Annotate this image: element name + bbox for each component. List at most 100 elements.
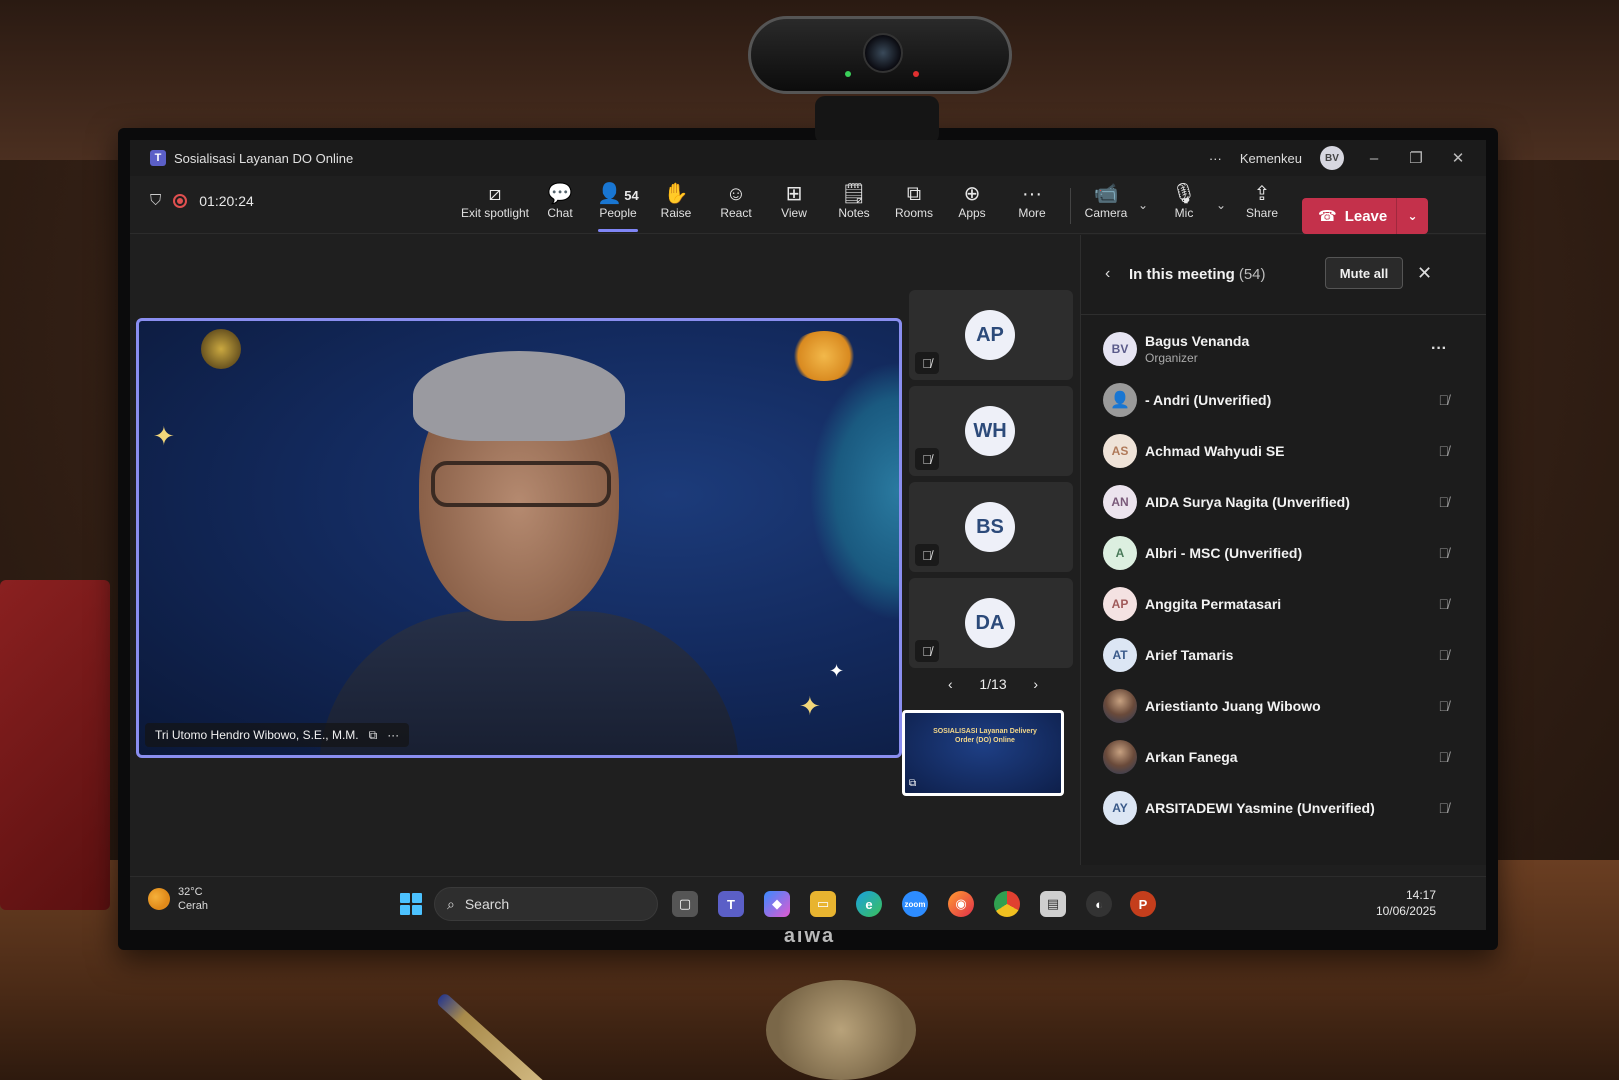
participant-tile[interactable]: BS 🎙̸ (909, 482, 1073, 572)
participant-tile[interactable]: WH 🎙̸ (909, 386, 1073, 476)
shield-icon: ⛉ (150, 192, 162, 209)
camera-button[interactable]: 📹 Camera (1074, 182, 1138, 230)
screen-share-icon: ⧉ (909, 778, 917, 789)
raise-label: Raise (660, 206, 692, 220)
search-icon: ⌕ (447, 895, 455, 912)
chevron-right-icon[interactable]: › (1033, 676, 1038, 692)
monitor-stand-base (766, 980, 916, 1080)
taskbar-search[interactable]: ⌕ Search (434, 887, 658, 921)
speaker-hair (413, 351, 625, 441)
participant-row[interactable]: AN AIDA Surya Nagita (Unverified) 🎙̸ (1081, 476, 1486, 527)
chat-button[interactable]: 💬 Chat (528, 182, 592, 230)
mute-all-button[interactable]: Mute all (1325, 257, 1403, 289)
mic-label: Mic (1174, 206, 1194, 220)
participant-row[interactable]: AS Achmad Wahyudi SE 🎙̸ (1081, 425, 1486, 476)
participant-row[interactable]: Arkan Fanega 🎙̸ (1081, 731, 1486, 782)
participant-avatar: AT (1103, 637, 1137, 672)
leave-button[interactable]: ☎ Leave ⌄ (1302, 198, 1428, 234)
copilot-icon[interactable]: ◆ (764, 891, 790, 917)
more-button[interactable]: ··· More (1000, 182, 1064, 230)
notes-button[interactable]: 🗒 Notes (822, 182, 886, 230)
capture-app-icon[interactable]: ◐ (1086, 891, 1112, 917)
back-chevron-icon[interactable]: ‹ (1105, 265, 1110, 283)
close-window-icon[interactable]: ✕ (1446, 149, 1470, 167)
chrome-icon[interactable] (994, 891, 1020, 917)
phone-hangup-icon: ☎ (1318, 208, 1337, 225)
system-clock[interactable]: 14:17 10/06/2025 (1376, 887, 1436, 919)
react-button[interactable]: ☺ React (704, 182, 768, 230)
customs-emblem-icon (201, 329, 241, 369)
minimize-icon[interactable]: – (1362, 150, 1386, 167)
participant-row[interactable]: AT Arief Tamaris 🎙̸ (1081, 629, 1486, 680)
toolbar-separator (1070, 188, 1071, 224)
file-explorer-icon[interactable]: ▭ (810, 891, 836, 917)
exit-spotlight-button[interactable]: ⧄ Exit spotlight (458, 182, 532, 230)
mic-options-chevron-icon[interactable]: ⌄ (1216, 198, 1226, 212)
tile-avatar: WH (965, 406, 1015, 456)
background-logo (151, 329, 291, 373)
more-options-icon[interactable]: ··· (1209, 151, 1222, 166)
search-placeholder: Search (464, 896, 510, 912)
windows-start-icon[interactable] (400, 893, 422, 915)
participant-name: Albri - MSC (Unverified) (1145, 544, 1303, 561)
participant-more-icon[interactable]: ··· (1431, 340, 1447, 358)
remote-desktop-icon[interactable]: ▤ (1040, 891, 1066, 917)
participant-row[interactable]: 👤 - Andri (Unverified) 🎙̸ (1081, 374, 1486, 425)
mic-muted-icon: 🎙̸ (1438, 595, 1450, 612)
participant-more-icon[interactable]: ··· (387, 728, 399, 742)
participant-row[interactable]: AY ARSITADEWI Yasmine (Unverified) 🎙̸ (1081, 782, 1486, 833)
participant-row[interactable]: AP Anggita Permatasari 🎙̸ (1081, 578, 1486, 629)
leave-options-chevron-icon[interactable]: ⌄ (1396, 198, 1428, 234)
leave-main[interactable]: ☎ Leave (1302, 198, 1396, 234)
weather-condition: Cerah (178, 900, 208, 912)
restore-icon[interactable]: ❐ (1404, 149, 1428, 167)
participant-tile[interactable]: AP 🎙̸ (909, 290, 1073, 380)
mic-muted-icon: 🎙̸ (915, 352, 939, 374)
user-avatar[interactable]: BV (1320, 146, 1344, 170)
share-button[interactable]: ⇪ Share (1230, 182, 1294, 230)
people-button[interactable]: 👤 54 People (586, 182, 650, 232)
webcam (748, 16, 1012, 94)
participant-name: ARSITADEWI Yasmine (Unverified) (1145, 799, 1375, 816)
apps-label: Apps (958, 206, 986, 220)
zoom-app-icon[interactable]: zoom (902, 891, 928, 917)
powerpoint-icon[interactable]: P (1130, 891, 1156, 917)
participant-role: Organizer (1145, 350, 1198, 365)
spotlight-video[interactable]: ✦ ✦ ✦ Tri Utomo Hendro Wibowo, S.E., M.M… (136, 318, 902, 758)
task-view-icon[interactable]: ▢ (672, 891, 698, 917)
speaker-figure (319, 351, 739, 755)
apps-button[interactable]: ⊕ Apps (940, 182, 1004, 230)
star-icon: ✦ (799, 691, 821, 721)
chevron-left-icon[interactable]: ‹ (948, 676, 953, 692)
exit-spotlight-icon: ⧄ (488, 183, 502, 205)
weather-widget[interactable]: 32°C Cerah (148, 885, 208, 913)
shared-screen-thumbnail[interactable]: SOSIALISASI Layanan Delivery Order (DO) … (902, 710, 1064, 796)
view-button[interactable]: ⊞ View (762, 182, 826, 230)
notes-icon: 🗒 (841, 183, 867, 205)
participant-row[interactable]: BV Bagus Venanda Organizer ··· (1081, 323, 1486, 374)
participant-name: Anggita Permatasari (1145, 595, 1282, 612)
webcam-led-red (913, 71, 919, 77)
rooms-button[interactable]: ⧉ Rooms (882, 182, 946, 230)
close-panel-icon[interactable]: ✕ (1417, 263, 1432, 284)
raise-hand-button[interactable]: ✋ Raise (644, 182, 708, 230)
edge-browser-icon[interactable]: e (856, 891, 882, 917)
mic-muted-icon: 🎙̸ (1438, 646, 1450, 663)
mic-muted-icon: 🎙̸ (1438, 544, 1450, 561)
participant-tile[interactable]: DA 🎙̸ (909, 578, 1073, 668)
teams-app-icon[interactable]: T (718, 891, 744, 917)
participant-avatar: AN (1103, 484, 1137, 519)
react-label: React (720, 206, 752, 220)
participant-avatar: AS (1103, 433, 1137, 468)
tile-avatar: BS (965, 502, 1015, 552)
title-right: ··· Kemenkeu BV – ❐ ✕ (1209, 140, 1470, 176)
star-icon: ✦ (153, 421, 175, 451)
firefox-icon[interactable]: ◉ (948, 891, 974, 917)
recording-icon (173, 193, 188, 208)
people-count: 54 (624, 188, 639, 203)
title-bar: T Sosialisasi Layanan DO Online ··· Keme… (130, 140, 1486, 176)
participant-row[interactable]: A Albri - MSC (Unverified) 🎙̸ (1081, 527, 1486, 578)
camera-options-chevron-icon[interactable]: ⌄ (1138, 198, 1148, 212)
mic-button[interactable]: 🎙 Mic (1152, 182, 1216, 230)
participant-row[interactable]: Ariestianto Juang Wibowo 🎙̸ (1081, 680, 1486, 731)
